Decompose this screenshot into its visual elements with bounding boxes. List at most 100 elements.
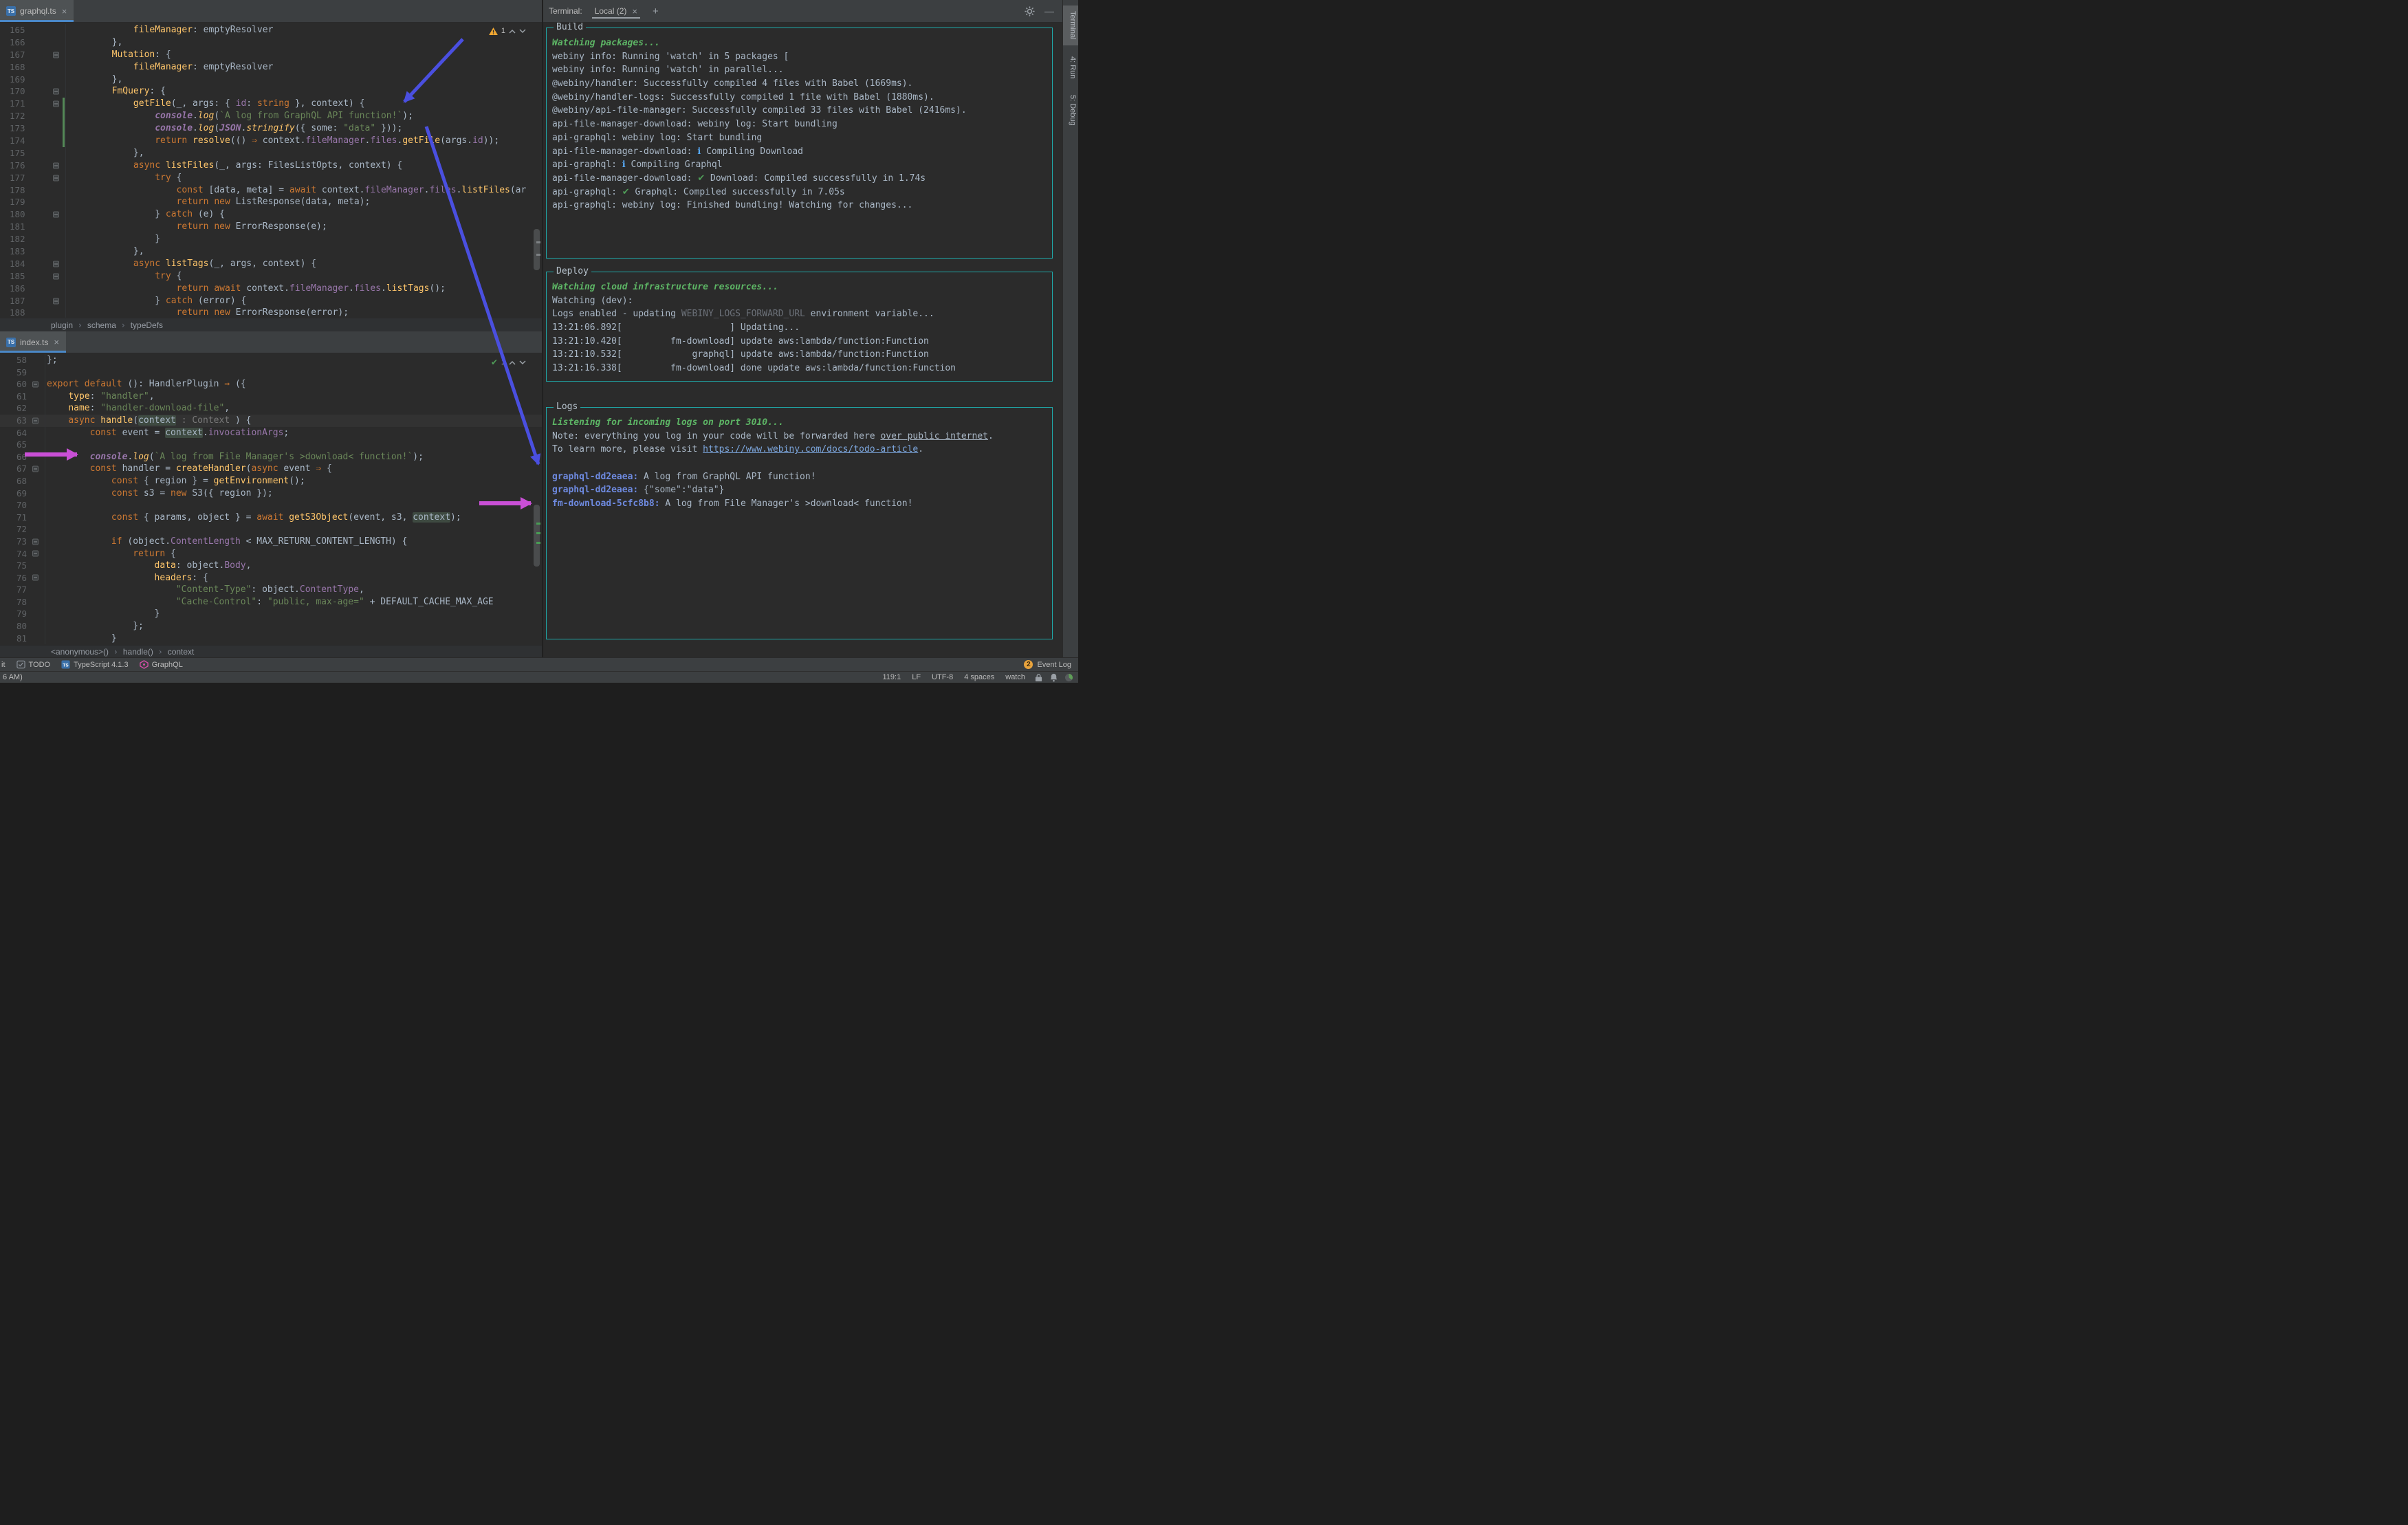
fold-marker-icon[interactable] <box>53 175 59 182</box>
link[interactable]: https://www.webiny.com/docs/todo-article <box>703 444 918 454</box>
editor-graphql[interactable]: 165 fileManager: emptyResolver 166 }, 167 … <box>0 23 542 318</box>
line-number[interactable]: 168 <box>10 61 25 74</box>
line-number[interactable]: 70 <box>17 499 27 512</box>
background-tasks-icon[interactable] <box>1065 673 1073 681</box>
code-line[interactable]: 187 } catch (error) { <box>0 294 542 307</box>
line-number[interactable]: 80 <box>17 620 27 633</box>
line-number[interactable]: 166 <box>10 36 25 49</box>
editor-index[interactable]: 58}; 59 60 export default (): HandlerPlugin… <box>0 353 542 645</box>
code-line[interactable]: 58}; <box>0 354 542 366</box>
line-number[interactable]: 181 <box>10 221 25 233</box>
breadcrumb-item[interactable]: <anonymous>() <box>51 647 109 657</box>
close-terminal-tab-icon[interactable]: × <box>632 6 637 17</box>
code-line[interactable]: 81 } <box>0 632 542 645</box>
fold-marker-icon[interactable] <box>32 465 39 472</box>
code-line[interactable]: 77 "Content-Type": object.ContentType, <box>0 584 542 596</box>
line-number[interactable]: 182 <box>10 233 25 245</box>
terminal-tab-local[interactable]: Local (2) × <box>589 0 643 22</box>
code-line[interactable]: 71 const { params, object } = await getS… <box>0 511 542 524</box>
code-line[interactable]: 185 try { <box>0 270 542 283</box>
line-number[interactable]: 172 <box>10 110 25 122</box>
event-log-button[interactable]: 2 Event Log <box>1024 660 1071 669</box>
code-line[interactable]: 179 return new ListResponse(data, meta); <box>0 196 542 209</box>
fold-marker-icon[interactable] <box>32 574 39 581</box>
fold-marker-icon[interactable] <box>53 162 59 169</box>
tab-graphql-ts[interactable]: TS graphql.ts × <box>0 0 74 22</box>
line-number[interactable]: 185 <box>10 270 25 283</box>
code-line[interactable]: 66 console.log(`A log from File Manager'… <box>0 450 542 463</box>
line-number[interactable]: 186 <box>10 283 25 295</box>
status-item-watch[interactable]: watch <box>1005 673 1025 681</box>
breadcrumb-item[interactable]: plugin <box>51 320 73 330</box>
bell-icon[interactable] <box>1049 673 1058 682</box>
code-line[interactable]: 76 headers: { <box>0 571 542 584</box>
code-line[interactable]: 175 }, <box>0 146 542 160</box>
line-number[interactable]: 169 <box>10 74 25 86</box>
code-line[interactable]: 68 const { region } = getEnvironment(); <box>0 474 542 487</box>
line-number[interactable]: 187 <box>10 295 25 307</box>
line-number[interactable]: 67 <box>17 463 27 475</box>
code-line[interactable]: 186 return await context.fileManager.fil… <box>0 282 542 295</box>
code-line[interactable]: 172 console.log(`A log from GraphQL API … <box>0 110 542 123</box>
line-number[interactable]: 176 <box>10 160 25 172</box>
line-number[interactable]: 78 <box>17 596 27 608</box>
code-line[interactable]: 72 <box>0 523 542 536</box>
code-line[interactable]: 75 data: object.Body, <box>0 560 542 572</box>
line-number[interactable]: 177 <box>10 172 25 184</box>
code-line[interactable]: 181 return new ErrorResponse(e); <box>0 221 542 234</box>
fold-marker-icon[interactable] <box>32 538 39 545</box>
breadcrumb-item[interactable]: schema <box>87 320 116 330</box>
line-number[interactable]: 179 <box>10 196 25 208</box>
line-number[interactable]: 66 <box>17 451 27 463</box>
code-line[interactable]: 183 }, <box>0 245 542 258</box>
code-line[interactable]: 167 Mutation: { <box>0 48 542 61</box>
line-number[interactable]: 68 <box>17 475 27 487</box>
code-line[interactable]: 79 } <box>0 608 542 621</box>
code-line[interactable]: 174 return resolve(() ⇒ context.fileMana… <box>0 135 542 147</box>
stripe-button-5-debug[interactable]: 5: Debug <box>1063 89 1078 131</box>
status-item-utf-8[interactable]: UTF-8 <box>932 673 953 681</box>
line-number[interactable]: 170 <box>10 85 25 98</box>
code-line[interactable]: 178 const [data, meta] = await context.f… <box>0 184 542 197</box>
status-item-4-spaces[interactable]: 4 spaces <box>964 673 994 681</box>
chevron-down-icon[interactable] <box>519 360 526 365</box>
code-line[interactable]: 177 try { <box>0 171 542 184</box>
line-number[interactable]: 76 <box>17 572 27 584</box>
code-line[interactable]: 168 fileManager: emptyResolver <box>0 61 542 74</box>
line-number[interactable]: 59 <box>17 366 27 379</box>
code-line[interactable]: 169 }, <box>0 73 542 86</box>
chevron-up-icon[interactable] <box>509 360 516 365</box>
scrollbar-thumb[interactable] <box>534 229 540 270</box>
fold-marker-icon[interactable] <box>53 261 59 267</box>
fold-marker-icon[interactable] <box>32 417 39 424</box>
code-line[interactable]: 63 async handle(context : Context ) { <box>0 414 542 427</box>
line-number[interactable]: 72 <box>17 523 27 536</box>
line-number[interactable]: 188 <box>10 307 25 318</box>
stripe-button-terminal[interactable]: Terminal <box>1063 6 1078 45</box>
line-number[interactable]: 75 <box>17 560 27 572</box>
code-line[interactable]: 80 }; <box>0 620 542 633</box>
scrollbar-thumb[interactable] <box>534 505 540 567</box>
status-item-119-1[interactable]: 119:1 <box>882 673 901 681</box>
code-line[interactable]: 61 type: "handler", <box>0 390 542 403</box>
code-line[interactable]: 171 getFile(_, args: { id: string }, con… <box>0 98 542 111</box>
toolwindow-button-todo[interactable]: TODO <box>16 660 50 669</box>
toolwindow-button-graphql[interactable]: GraphQL <box>139 660 183 669</box>
code-line[interactable]: 59 <box>0 366 542 379</box>
line-number[interactable]: 74 <box>17 548 27 560</box>
code-line[interactable]: 188 return new ErrorResponse(error); <box>0 307 542 318</box>
line-number[interactable]: 73 <box>17 536 27 548</box>
toolwindow-button-typescript-4-1-3[interactable]: TS TypeScript 4.1.3 <box>61 660 129 669</box>
line-number[interactable]: 63 <box>17 415 27 427</box>
line-number[interactable]: 61 <box>17 391 27 403</box>
fold-marker-icon[interactable] <box>32 381 39 388</box>
breadcrumb-item[interactable]: handle() <box>123 647 153 657</box>
code-line[interactable]: 69 const s3 = new S3({ region }); <box>0 487 542 500</box>
toolwindow-button-it[interactable]: it <box>1 661 6 669</box>
breadcrumb-item[interactable]: context <box>168 647 195 657</box>
fold-marker-icon[interactable] <box>53 88 59 95</box>
lock-icon[interactable] <box>1035 673 1042 682</box>
inspection-widget-top[interactable]: 1 <box>485 26 529 36</box>
line-number[interactable]: 79 <box>17 608 27 620</box>
line-number[interactable]: 65 <box>17 439 27 451</box>
